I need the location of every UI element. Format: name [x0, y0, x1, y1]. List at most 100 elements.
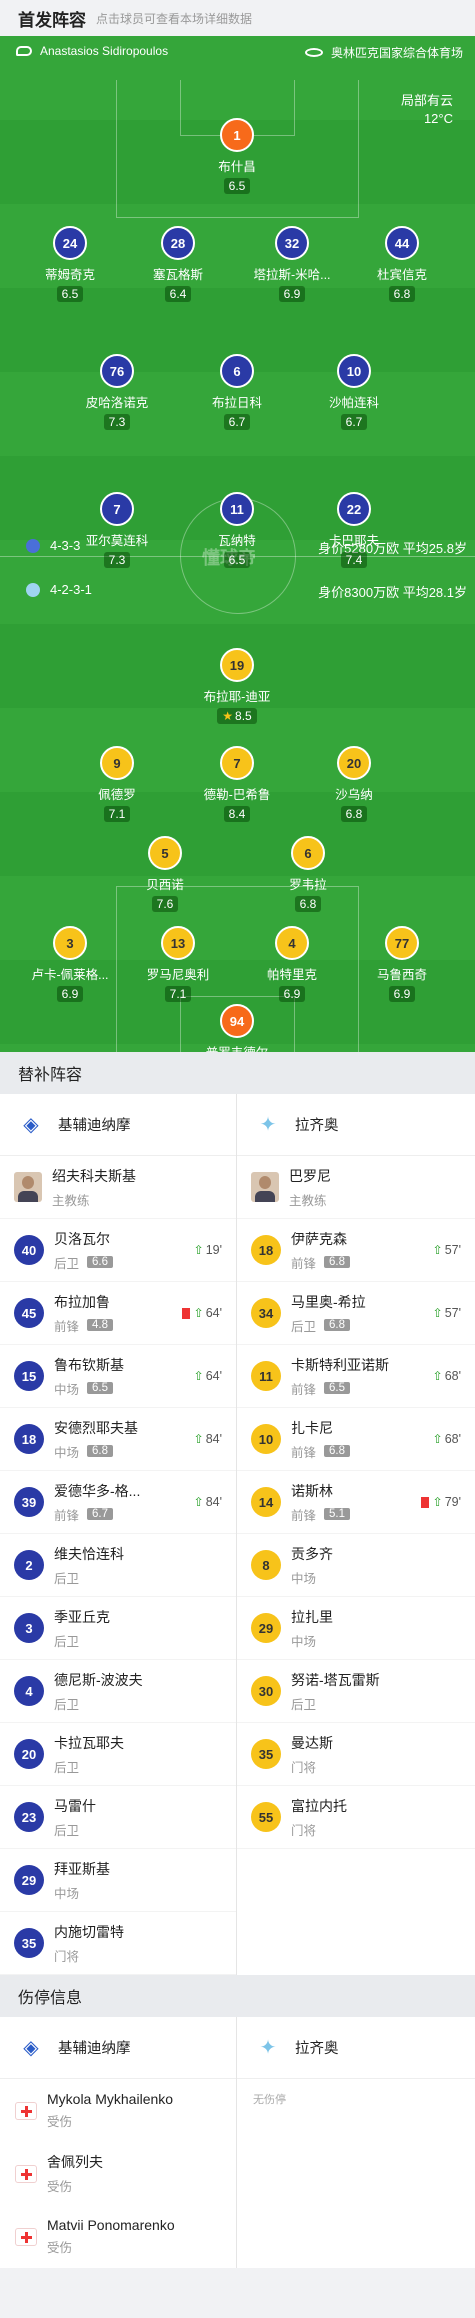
pitch-player[interactable]: 44 杜宾信克 6.8 — [357, 226, 447, 303]
pitch-player[interactable]: 76 皮哈洛诺克 7.3 — [72, 354, 162, 431]
pitch-player[interactable]: 9 佩德罗 7.1 — [72, 746, 162, 823]
sub-player-row[interactable]: 3 季亚丘克 后卫 — [0, 1597, 236, 1660]
player-rating: 6.5 — [324, 1382, 351, 1394]
lazio-logo-icon: ✦ — [259, 2037, 277, 2059]
away-coach[interactable]: 巴罗尼 主教练 — [237, 1156, 475, 1219]
pitch-player[interactable]: 94普罗韦德尔8.1 — [192, 1004, 282, 1052]
player-rating: 6.8 — [324, 1256, 351, 1268]
player-position: 后卫 — [291, 1319, 317, 1334]
player-rating: 6.7 — [87, 1508, 114, 1520]
pitch-player[interactable]: 20 沙乌纳 6.8 — [309, 746, 399, 823]
sub-player-row[interactable]: 45 布拉加鲁 前锋 4.8 ⇧ 64' — [0, 1282, 236, 1345]
coach-role: 主教练 — [289, 1193, 327, 1208]
player-rating: 7.3 — [103, 414, 131, 430]
sub-player-row[interactable]: 35 曼达斯 门将 — [237, 1723, 475, 1786]
player-position: 门将 — [54, 1949, 80, 1964]
sub-player-row[interactable]: 11 卡斯特利亚诺斯 前锋 6.5 ⇧ 68' — [237, 1345, 475, 1408]
injury-status: 受伤 — [47, 2241, 73, 2255]
pitch-player[interactable]: 1 布什昌 6.5 — [192, 118, 282, 195]
sub-player-row[interactable]: 20 卡拉瓦耶夫 后卫 — [0, 1723, 236, 1786]
pitch-player[interactable]: 10 沙帕连科 6.7 — [309, 354, 399, 431]
sub-player-row[interactable]: 4 德尼斯-波波夫 后卫 — [0, 1660, 236, 1723]
player-position: 前锋 — [291, 1256, 317, 1271]
player-name: 诺斯林 — [291, 1482, 333, 1499]
player-number: 4 — [275, 926, 309, 960]
sub-player-row[interactable]: 15 鲁布钦斯基 中场 6.5 ⇧ 64' — [0, 1345, 236, 1408]
pitch-player[interactable]: 7 德勒-巴希鲁 8.4 — [192, 746, 282, 823]
pitch-player[interactable]: 11 瓦纳特 6.5 — [192, 492, 282, 569]
pitch-player[interactable]: 77 马鲁西奇 6.9 — [357, 926, 447, 1003]
medical-icon — [15, 2164, 37, 2183]
away-team-name: 拉齐奥 — [295, 2041, 339, 2057]
player-name: 卢卡-佩莱格... — [31, 968, 109, 982]
weather-text: 局部有云 — [400, 93, 453, 108]
player-rating: 6.8 — [388, 286, 416, 302]
pitch-player[interactable]: 32 塔拉斯-米哈... 6.9 — [247, 226, 337, 303]
home-team-row[interactable]: ◈ 基辅迪纳摩 — [0, 1094, 236, 1156]
player-position: 中场 — [54, 1886, 80, 1901]
pitch-player[interactable]: 13 罗马尼奥利 7.1 — [133, 926, 223, 1003]
sub-time: 57' — [444, 1306, 461, 1320]
injury-row[interactable]: Matvii Ponomarenko 受伤 — [0, 2205, 236, 2268]
sub-player-row[interactable]: 35 内施切雷特 门将 — [0, 1912, 236, 1975]
sub-player-row[interactable]: 14 诺斯林 前锋 5.1 ⇧ 79' — [237, 1471, 475, 1534]
pitch-player[interactable]: 6 罗韦拉 6.8 — [263, 836, 353, 913]
sub-player-row[interactable]: 30 努诺-塔瓦雷斯 后卫 — [237, 1660, 475, 1723]
player-number: 7 — [100, 492, 134, 526]
sub-on-marker: ⇧ 64' — [181, 1306, 222, 1320]
player-number: 19 — [220, 648, 254, 682]
sub-player-row[interactable]: 8 贡多齐 中场 — [237, 1534, 475, 1597]
sub-player-row[interactable]: 39 爱德华多-格... 前锋 6.7 ⇧ 84' — [0, 1471, 236, 1534]
player-rating: 6.4 — [164, 286, 192, 302]
home-team-row[interactable]: ◈ 基辅迪纳摩 — [0, 2017, 236, 2079]
sub-time: 79' — [444, 1495, 461, 1509]
sub-on-icon: ⇧ — [193, 1306, 204, 1320]
sub-time: 84' — [205, 1495, 222, 1509]
pitch-player[interactable]: 7 亚尔莫连科 7.3 — [72, 492, 162, 569]
sub-player-row[interactable]: 29 拉扎里 中场 — [237, 1597, 475, 1660]
player-name: 布拉耶-迪亚 — [203, 690, 271, 704]
player-name: 舍佩列夫 — [47, 2154, 103, 2170]
sub-player-row[interactable]: 40 贝洛瓦尔 后卫 6.6 ⇧ 19' — [0, 1219, 236, 1282]
player-name: 塞瓦格斯 — [152, 268, 203, 282]
sub-player-row[interactable]: 18 伊萨克森 前锋 6.8 ⇧ 57' — [237, 1219, 475, 1282]
rating-value: 6.5 — [61, 287, 79, 301]
injury-row[interactable]: 舍佩列夫 受伤 — [0, 2142, 236, 2205]
pitch-player[interactable]: 4 帕特里克 6.9 — [247, 926, 337, 1003]
injury-row[interactable]: Mykola Mykhailenko 受伤 — [0, 2079, 236, 2142]
pitch-player[interactable]: 5 贝西诺 7.6 — [120, 836, 210, 913]
player-position: 前锋 — [291, 1508, 317, 1523]
sub-player-row[interactable]: 2 维夫恰连科 后卫 — [0, 1534, 236, 1597]
sub-player-row[interactable]: 29 拜亚斯基 中场 — [0, 1849, 236, 1912]
player-number: 40 — [14, 1235, 44, 1265]
player-number: 30 — [251, 1676, 281, 1706]
away-team-row[interactable]: ✦ 拉齐奥 — [237, 2017, 475, 2079]
pitch-player[interactable]: 28 塞瓦格斯 6.4 — [133, 226, 223, 303]
sub-player-row[interactable]: 55 富拉内托 门将 — [237, 1786, 475, 1849]
player-number: 76 — [100, 354, 134, 388]
player-rating: 7.1 — [164, 986, 192, 1002]
pitch-player[interactable]: 3 卢卡-佩莱格... 6.9 — [25, 926, 115, 1003]
player-number: 29 — [14, 1865, 44, 1895]
injury-status: 受伤 — [47, 2180, 73, 2194]
sub-player-row[interactable]: 23 马雷什 后卫 — [0, 1786, 236, 1849]
player-rating: 7.6 — [151, 896, 179, 912]
pitch-player[interactable]: 19 布拉耶-迪亚 ★ 8.5 — [192, 648, 282, 725]
pitch-player[interactable]: 22 卡巴耶夫 7.4 — [309, 492, 399, 569]
player-name: Matvii Ponomarenko — [47, 2217, 175, 2233]
player-position: 后卫 — [54, 1256, 80, 1271]
pitch-player[interactable]: 6 布拉日科 6.7 — [192, 354, 282, 431]
sub-player-row[interactable]: 18 安德烈耶夫基 中场 6.8 ⇧ 84' — [0, 1408, 236, 1471]
player-number: 34 — [251, 1298, 281, 1328]
player-name: 卡巴耶夫 — [328, 534, 379, 548]
sub-player-row[interactable]: 10 扎卡尼 前锋 6.8 ⇧ 68' — [237, 1408, 475, 1471]
sub-on-marker: ⇧ 64' — [194, 1369, 222, 1383]
sub-player-row[interactable]: 34 马里奥-希拉 后卫 6.8 ⇧ 57' — [237, 1282, 475, 1345]
player-position: 门将 — [291, 1823, 317, 1838]
player-name: 塔拉斯-米哈... — [253, 268, 331, 282]
pitch-player[interactable]: 24 蒂姆奇克 6.5 — [25, 226, 115, 303]
player-position: 后卫 — [54, 1634, 80, 1649]
away-team-row[interactable]: ✦ 拉齐奥 — [237, 1094, 475, 1156]
player-number: 10 — [251, 1424, 281, 1454]
home-coach[interactable]: 绍夫科夫斯基 主教练 — [0, 1156, 236, 1219]
